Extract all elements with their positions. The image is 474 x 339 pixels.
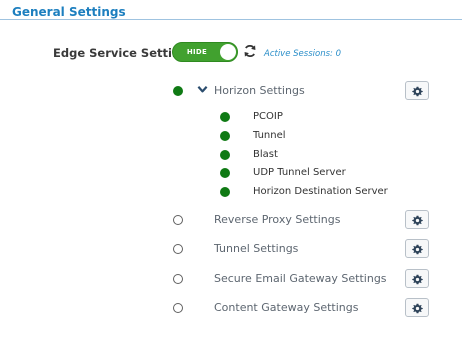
reverse-proxy-settings-label[interactable]: Reverse Proxy Settings: [214, 213, 340, 226]
chevron-down-icon[interactable]: [197, 85, 208, 94]
toggle-label: HIDE: [186, 48, 208, 56]
secure-email-gateway-gear-button[interactable]: [405, 269, 429, 288]
secure-email-gateway-radio[interactable]: [173, 274, 183, 284]
content-gateway-settings-label[interactable]: Content Gateway Settings: [214, 301, 358, 314]
blast-status-dot: [220, 150, 230, 160]
horizon-settings-gear-button[interactable]: [405, 81, 429, 100]
gear-icon: [412, 215, 423, 226]
tunnel-status-dot: [220, 131, 230, 141]
sub-item-pcoip: PCOIP: [253, 111, 283, 122]
content-gateway-gear-button[interactable]: [405, 298, 429, 317]
tunnel-settings-label[interactable]: Tunnel Settings: [214, 242, 298, 255]
gear-icon: [412, 86, 423, 97]
gear-icon: [412, 244, 423, 255]
tunnel-settings-gear-button[interactable]: [405, 239, 429, 258]
udp-tunnel-status-dot: [220, 168, 230, 178]
gear-icon: [412, 274, 423, 285]
edge-service-toggle[interactable]: HIDE: [172, 42, 238, 62]
horizon-status-radio[interactable]: [173, 86, 183, 96]
section-title: General Settings: [12, 5, 126, 19]
pcoip-status-dot: [220, 112, 230, 122]
tunnel-settings-radio[interactable]: [173, 244, 183, 254]
refresh-icon[interactable]: [243, 44, 257, 58]
section-divider: [0, 19, 462, 20]
sub-item-udp-tunnel-server: UDP Tunnel Server: [253, 167, 346, 178]
secure-email-gateway-settings-label[interactable]: Secure Email Gateway Settings: [214, 272, 387, 285]
active-sessions-link[interactable]: Active Sessions: 0: [264, 49, 341, 59]
sub-item-horizon-destination-server: Horizon Destination Server: [253, 186, 388, 197]
toggle-knob: [220, 44, 236, 60]
reverse-proxy-gear-button[interactable]: [405, 210, 429, 229]
reverse-proxy-radio[interactable]: [173, 215, 183, 225]
sub-item-tunnel: Tunnel: [253, 130, 286, 141]
horizon-settings-label[interactable]: Horizon Settings: [214, 84, 305, 97]
horizon-destination-status-dot: [220, 187, 230, 197]
sub-item-blast: Blast: [253, 149, 278, 160]
gear-icon: [412, 303, 423, 314]
content-gateway-radio[interactable]: [173, 303, 183, 313]
